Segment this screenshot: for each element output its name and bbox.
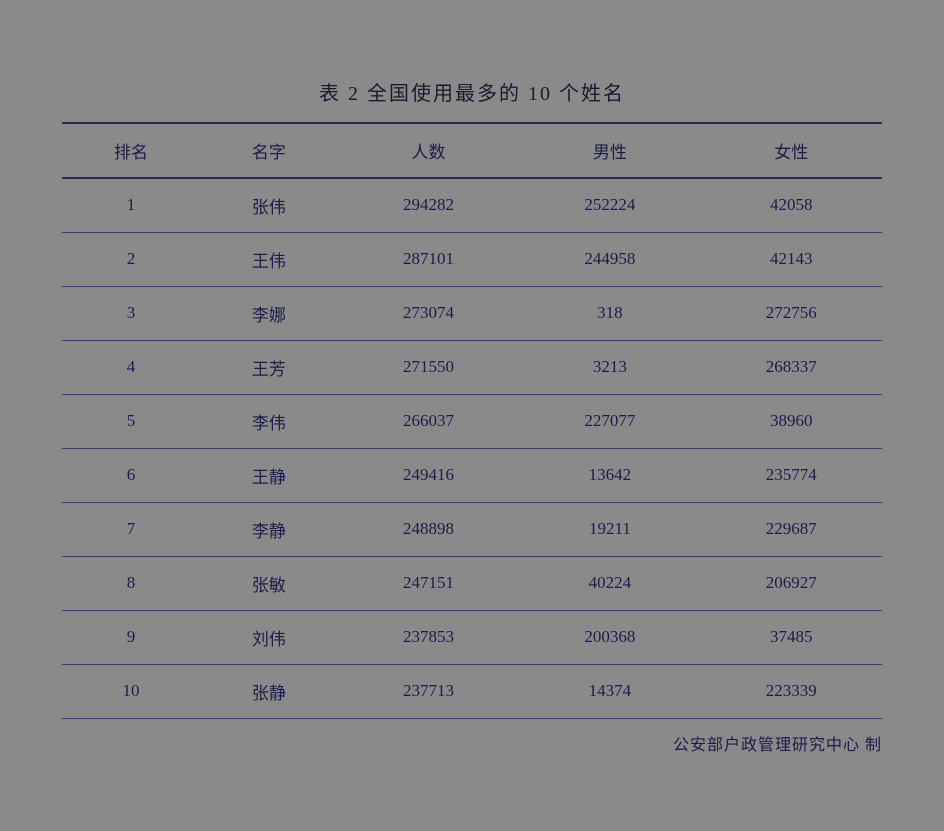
cell-name: 王芳 [200,340,338,394]
cell-male: 252224 [519,178,700,233]
table-row: 5李伟26603722707738960 [62,394,882,448]
table-header-row: 排名 名字 人数 男性 女性 [62,123,882,178]
cell-female: 272756 [701,286,882,340]
table-row: 6王静24941613642235774 [62,448,882,502]
cell-rank: 7 [62,502,200,556]
cell-rank: 1 [62,178,200,233]
cell-name: 李静 [200,502,338,556]
cell-total: 248898 [338,502,519,556]
cell-rank: 5 [62,394,200,448]
cell-rank: 6 [62,448,200,502]
cell-male: 200368 [519,610,700,664]
col-header-rank: 排名 [62,123,200,178]
cell-total: 266037 [338,394,519,448]
table-title: 表 2 全国使用最多的 10 个姓名 [62,77,882,106]
table-row: 2王伟28710124495842143 [62,232,882,286]
col-header-male: 男性 [519,123,700,178]
table-row: 8张敏24715140224206927 [62,556,882,610]
cell-name: 张敏 [200,556,338,610]
cell-name: 刘伟 [200,610,338,664]
cell-male: 318 [519,286,700,340]
footer-note: 公安部户政管理研究中心 制 [62,731,882,755]
table-row: 4王芳2715503213268337 [62,340,882,394]
cell-female: 223339 [701,664,882,718]
cell-female: 235774 [701,448,882,502]
cell-total: 273074 [338,286,519,340]
cell-name: 李伟 [200,394,338,448]
cell-male: 227077 [519,394,700,448]
cell-female: 268337 [701,340,882,394]
cell-female: 42058 [701,178,882,233]
cell-female: 206927 [701,556,882,610]
col-header-name: 名字 [200,123,338,178]
table-row: 7李静24889819211229687 [62,502,882,556]
cell-name: 李娜 [200,286,338,340]
cell-female: 42143 [701,232,882,286]
cell-name: 张伟 [200,178,338,233]
cell-name: 张静 [200,664,338,718]
cell-name: 王伟 [200,232,338,286]
cell-total: 237713 [338,664,519,718]
cell-male: 14374 [519,664,700,718]
cell-name: 王静 [200,448,338,502]
cell-total: 247151 [338,556,519,610]
cell-male: 3213 [519,340,700,394]
cell-female: 37485 [701,610,882,664]
table-row: 1张伟29428225222442058 [62,178,882,233]
data-table: 排名 名字 人数 男性 女性 1张伟294282252224420582王伟28… [62,122,882,719]
cell-rank: 4 [62,340,200,394]
col-header-total: 人数 [338,123,519,178]
cell-rank: 9 [62,610,200,664]
cell-rank: 8 [62,556,200,610]
cell-rank: 10 [62,664,200,718]
table-row: 9刘伟23785320036837485 [62,610,882,664]
cell-male: 13642 [519,448,700,502]
col-header-female: 女性 [701,123,882,178]
table-row: 10张静23771314374223339 [62,664,882,718]
cell-rank: 3 [62,286,200,340]
cell-female: 38960 [701,394,882,448]
cell-total: 271550 [338,340,519,394]
cell-male: 40224 [519,556,700,610]
cell-male: 244958 [519,232,700,286]
cell-total: 287101 [338,232,519,286]
cell-female: 229687 [701,502,882,556]
cell-total: 237853 [338,610,519,664]
table-row: 3李娜273074318272756 [62,286,882,340]
cell-total: 294282 [338,178,519,233]
main-container: 表 2 全国使用最多的 10 个姓名 排名 名字 人数 男性 女性 1张伟294… [22,47,922,785]
cell-total: 249416 [338,448,519,502]
cell-rank: 2 [62,232,200,286]
cell-male: 19211 [519,502,700,556]
